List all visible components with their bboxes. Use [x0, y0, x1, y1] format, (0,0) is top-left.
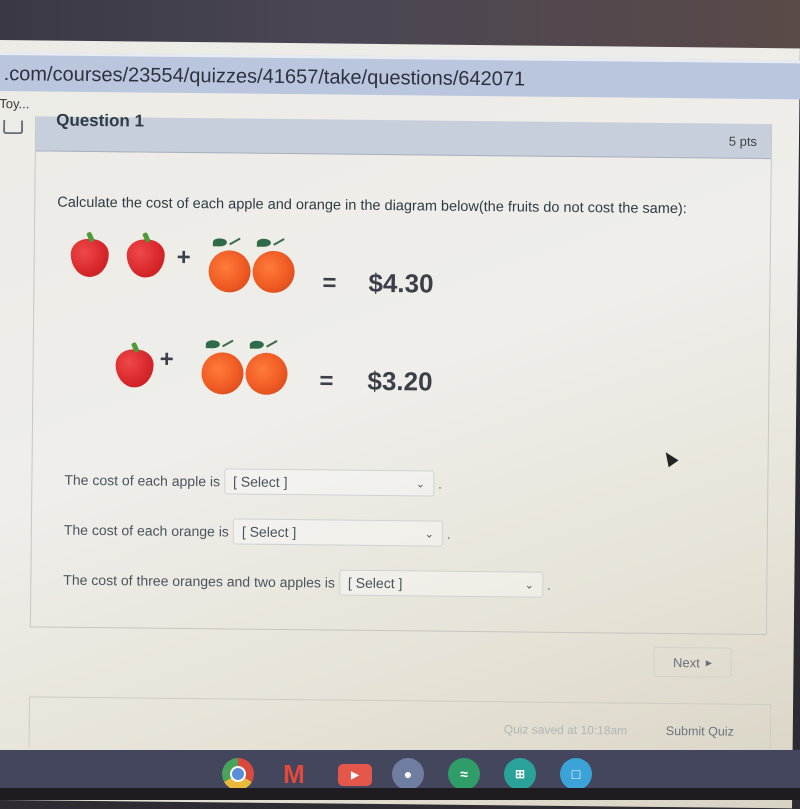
question-flag-icon[interactable]: [3, 120, 24, 135]
orange-icon: [208, 250, 251, 293]
answer-row-orange: The cost of each orange is [ Select ] ⌄ …: [64, 517, 451, 547]
chevron-down-icon: ⌄: [424, 527, 434, 541]
select-value: [ Select ]: [241, 523, 297, 541]
period: .: [546, 576, 551, 593]
equation-total: $4.30: [368, 267, 434, 299]
question-prompt: Calculate the cost of each apple and ora…: [57, 194, 687, 218]
apple-icon: [126, 239, 165, 278]
spotify-icon[interactable]: ≈: [448, 758, 480, 790]
calculator-icon[interactable]: ⊞: [504, 758, 536, 790]
equals-sign: =: [319, 367, 334, 395]
chrome-icon[interactable]: [222, 758, 254, 790]
answer-label: The cost of three oranges and two apples…: [63, 571, 336, 591]
address-bar[interactable]: .com/courses/23554/quizzes/41657/take/qu…: [0, 51, 800, 100]
quiz-footer: Quiz saved at 10:18am Submit Quiz: [28, 696, 772, 756]
submit-quiz-button[interactable]: Submit Quiz: [666, 724, 734, 739]
select-value: [ Select ]: [232, 473, 288, 491]
chevron-down-icon: ⌄: [415, 477, 426, 490]
orange-icon: [252, 250, 295, 294]
period: .: [437, 475, 443, 492]
youtube-icon[interactable]: ▶: [338, 764, 372, 786]
next-label: Next: [672, 654, 700, 670]
next-button[interactable]: Next ▶: [653, 646, 732, 678]
url-text[interactable]: .com/courses/23554/quizzes/41657/take/qu…: [4, 63, 526, 91]
answer-label: The cost of each orange is: [63, 521, 229, 540]
orange-icon: [201, 352, 244, 395]
apple-icon: [70, 238, 109, 278]
period: .: [446, 525, 451, 542]
files-icon[interactable]: □: [560, 758, 592, 790]
answer-label: The cost of each apple is: [64, 471, 221, 490]
triangle-right-icon: ▶: [705, 657, 713, 667]
plus-sign: +: [159, 345, 174, 373]
select-value: [ Select ]: [347, 574, 403, 592]
question-points: 5 pts: [728, 133, 758, 149]
orange-cost-select[interactable]: [ Select ] ⌄: [232, 518, 443, 547]
answer-row-combined: The cost of three oranges and two apples…: [63, 567, 551, 598]
fruit-diagram: + = $4.30 + = $3.20: [63, 229, 485, 413]
bookmark-item[interactable]: Toy...: [0, 96, 30, 111]
screen: .com/courses/23554/quizzes/41657/take/qu…: [0, 40, 800, 809]
camera-icon[interactable]: ●: [392, 758, 424, 790]
orange-icon: [245, 352, 288, 396]
question-header: Question 1 5 pts: [35, 111, 772, 160]
gmail-icon[interactable]: M: [278, 758, 310, 790]
equals-sign: =: [322, 269, 337, 297]
plus-sign: +: [176, 243, 191, 272]
bezel-bottom: [0, 788, 800, 800]
answer-row-apple: The cost of each apple is [ Select ] ⌄ .: [64, 467, 442, 497]
equation-total: $3.20: [367, 365, 433, 397]
apple-cost-select[interactable]: [ Select ] ⌄: [223, 468, 435, 497]
combined-cost-select[interactable]: [ Select ] ⌄: [338, 569, 544, 598]
question-title: Question 1: [56, 110, 145, 131]
quiz-saved-status: Quiz saved at 10:18am: [503, 722, 628, 738]
chevron-down-icon: ⌄: [524, 579, 534, 592]
question-card: Question 1 5 pts Calculate the cost of e…: [29, 111, 773, 636]
apple-icon: [115, 349, 154, 388]
